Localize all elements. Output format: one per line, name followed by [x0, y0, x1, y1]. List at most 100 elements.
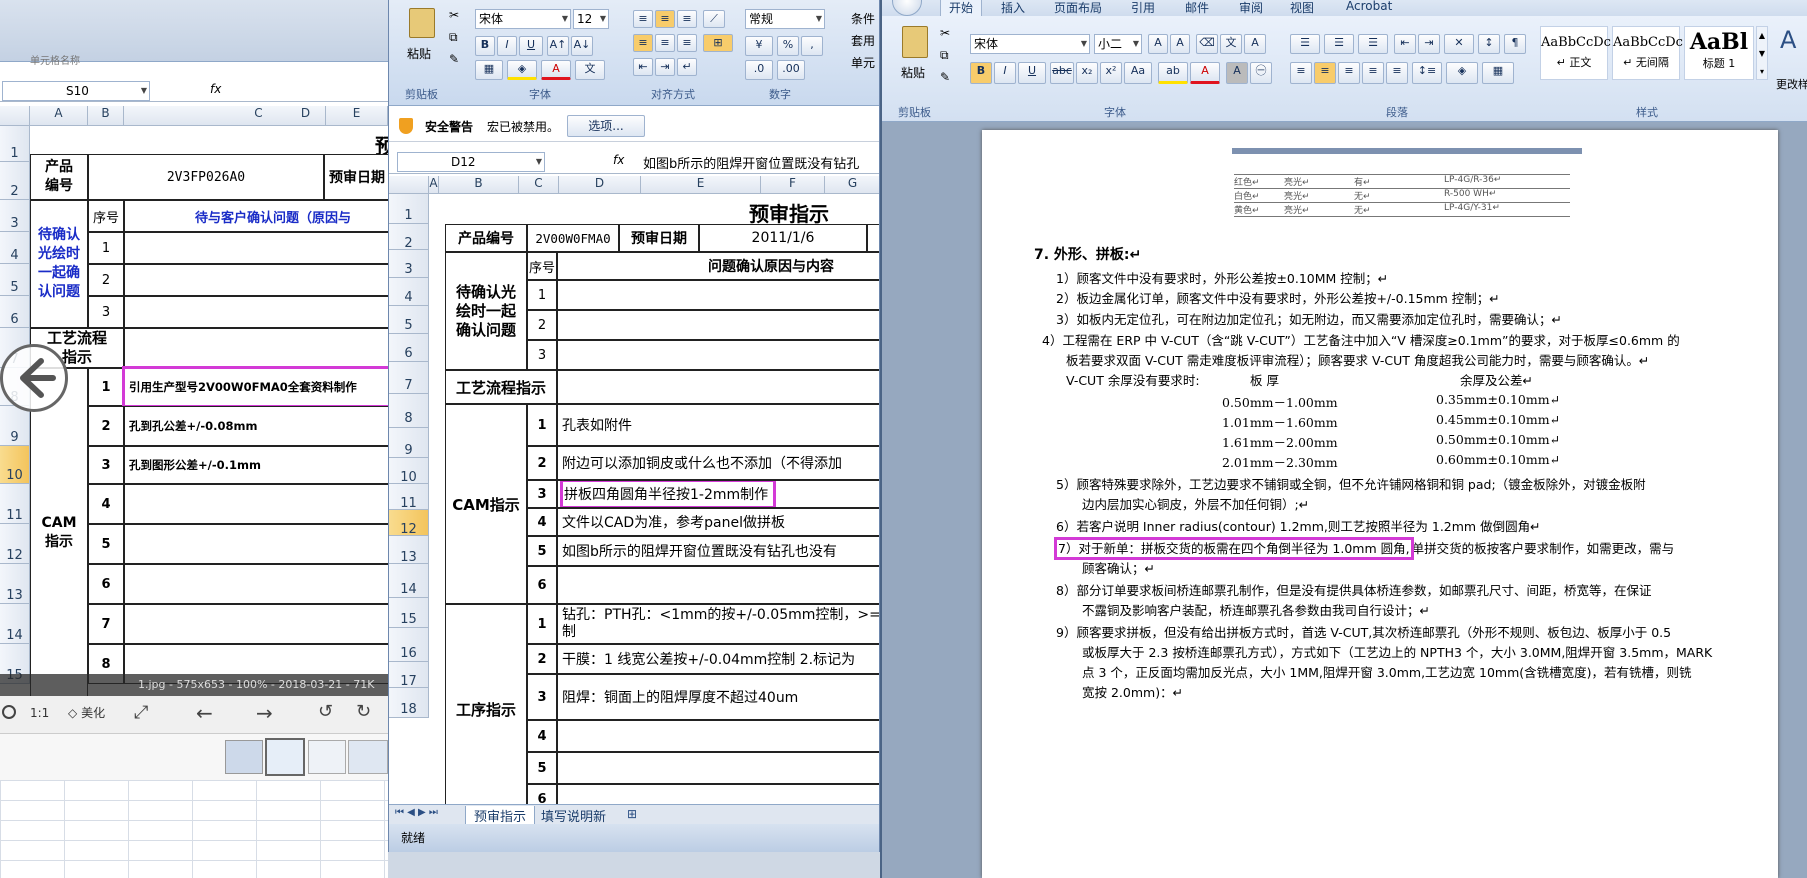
align-left-button[interactable]: ≡: [1290, 62, 1312, 84]
middle-name-box[interactable]: D12 ▼: [397, 152, 545, 172]
left-cam-no-1[interactable]: 1: [88, 368, 124, 406]
increase-indent-button[interactable]: ⇥: [1418, 34, 1440, 54]
process-content[interactable]: [557, 370, 879, 404]
middle-col-b[interactable]: B: [439, 176, 519, 194]
shading-button[interactable]: ◈: [1446, 62, 1478, 84]
cam-text-3[interactable]: 拼板四角圆角半径按1-2mm制作: [557, 480, 879, 508]
left-seq-2[interactable]: 2: [88, 264, 124, 296]
grow-font-button[interactable]: A↑: [547, 36, 569, 56]
phonetic-button[interactable]: 文: [575, 60, 605, 80]
font-name-combo[interactable]: 宋体 ▼: [475, 9, 571, 29]
middle-row-13[interactable]: 13: [389, 536, 429, 565]
cam-no-6[interactable]: 6: [527, 566, 557, 604]
align-top-button[interactable]: ≡: [633, 10, 653, 28]
conditional-format-button[interactable]: 条件: [851, 10, 875, 27]
left-cam-no-2[interactable]: 2: [88, 406, 124, 446]
currency-button[interactable]: ¥: [745, 36, 773, 56]
left-pre-date-label[interactable]: 预审日期: [324, 154, 388, 200]
pre-date-label[interactable]: 预审日期: [619, 224, 699, 252]
cam-no-5[interactable]: 5: [527, 536, 557, 566]
proc-text-2[interactable]: 干膜：1 线宽公差按+/-0.04mm控制 2.标记为: [557, 644, 879, 674]
cam-section-label[interactable]: CAM指示: [445, 404, 527, 604]
left-cam-text-6[interactable]: [124, 564, 388, 604]
left-row-12[interactable]: 12: [0, 524, 30, 564]
paste-label[interactable]: 粘贴: [407, 45, 431, 62]
left-row-6[interactable]: 6: [0, 296, 30, 328]
middle-row-16[interactable]: 16: [389, 628, 429, 662]
tab-references[interactable]: 引用: [1131, 0, 1155, 16]
middle-row-9[interactable]: 9: [389, 428, 429, 458]
align-right-button[interactable]: ≡: [677, 34, 697, 52]
decrease-decimal-button[interactable]: .00: [777, 60, 805, 80]
style-heading-1[interactable]: AaBl 标题 1: [1684, 26, 1754, 80]
word-font-name-combo[interactable]: 宋体 ▼: [970, 34, 1090, 54]
phonetic-button[interactable]: 文: [1220, 34, 1242, 54]
proc-no-5[interactable]: 5: [527, 752, 557, 784]
superscript-button[interactable]: x²: [1100, 62, 1122, 84]
percent-button[interactable]: %: [777, 36, 799, 56]
left-cam-no-4[interactable]: 4: [88, 484, 124, 524]
wrap-text-button[interactable]: ↵: [677, 58, 697, 76]
formula-input[interactable]: 如图b所示的阻焊开窗位置既没有钻孔: [643, 153, 859, 172]
strikethrough-button[interactable]: abc: [1050, 62, 1074, 84]
grow-font-button[interactable]: A: [1148, 34, 1168, 54]
comma-button[interactable]: ,: [801, 36, 823, 56]
left-col-a[interactable]: A: [30, 106, 88, 126]
cam-text-4[interactable]: 文件以CAD为准，参考panel做拼板: [557, 508, 879, 536]
tab-acrobat[interactable]: Acrobat: [1346, 0, 1392, 13]
middle-row-14[interactable]: 14: [389, 564, 429, 598]
proc-no-4[interactable]: 4: [527, 720, 557, 752]
left-row-14[interactable]: 14: [0, 604, 30, 644]
beautify-button[interactable]: ◇ 美化: [68, 704, 105, 721]
increase-decimal-button[interactable]: .0: [745, 60, 773, 80]
left-cam-section[interactable]: CAM指示: [30, 368, 88, 698]
align-center-button[interactable]: ≡: [655, 34, 675, 52]
fill-color-button[interactable]: ◈: [507, 60, 537, 80]
middle-row-17[interactable]: 17: [389, 662, 429, 689]
left-col-d[interactable]: D: [286, 106, 326, 126]
align-bottom-button[interactable]: ≡: [677, 10, 697, 28]
left-confirm-section[interactable]: 待确认光绘时一起确认问题: [30, 200, 88, 328]
fx-icon[interactable]: fx: [210, 82, 221, 96]
proc-no-2[interactable]: 2: [527, 644, 557, 674]
middle-col-g[interactable]: G: [825, 176, 879, 194]
proc-text-1[interactable]: 钻孔：PTH孔：<1mm的按+/-0.05mm控制，>=1 制: [557, 604, 879, 644]
thumbnail[interactable]: [308, 740, 346, 774]
proc-text-4[interactable]: [557, 720, 879, 752]
process-section-label[interactable]: 工艺流程指示: [445, 370, 557, 404]
confirm-section-label[interactable]: 待确认光绘时一起确认问题: [445, 252, 527, 370]
thumbnail-selected[interactable]: [265, 738, 305, 776]
clear-format-button[interactable]: ⌫: [1196, 34, 1218, 54]
seq-row-2[interactable]: 2: [527, 310, 557, 340]
tab-insert[interactable]: 插入: [1001, 0, 1025, 16]
left-col-e[interactable]: E: [326, 106, 388, 126]
left-col-b[interactable]: B: [88, 106, 124, 126]
style-normal[interactable]: AaBbCcDc ↵ 正文: [1540, 26, 1611, 80]
shrink-font-button[interactable]: A↓: [571, 36, 593, 56]
seq-row-2-content[interactable]: [557, 310, 879, 340]
show-marks-button[interactable]: ¶: [1504, 34, 1526, 54]
font-size-combo[interactable]: 12 ▼: [573, 9, 609, 29]
style-no-spacing[interactable]: AaBbCcDc ↵ 无间隔: [1612, 26, 1683, 80]
middle-row-18[interactable]: 18: [389, 688, 429, 718]
cam-no-2[interactable]: 2: [527, 446, 557, 480]
left-row-13[interactable]: 13: [0, 564, 30, 604]
paste-icon[interactable]: [902, 26, 928, 58]
cam-text-1[interactable]: 孔表如附件: [557, 404, 879, 446]
shrink-font-button[interactable]: A: [1170, 34, 1190, 54]
copy-icon[interactable]: ⧉: [940, 48, 949, 63]
rotate-right-icon[interactable]: ↻: [356, 701, 371, 722]
sheet-tab-active[interactable]: 预审指示: [465, 806, 536, 826]
decrease-indent-button[interactable]: ⇤: [633, 58, 653, 76]
middle-col-a[interactable]: A: [429, 176, 439, 194]
cam-text-6[interactable]: [557, 566, 879, 604]
thumbnail[interactable]: [348, 740, 388, 774]
pre-date-extra[interactable]: [867, 224, 879, 252]
font-color-button[interactable]: A: [1190, 62, 1220, 84]
paste-label[interactable]: 粘贴: [901, 64, 925, 81]
change-case-button[interactable]: Aa: [1124, 62, 1152, 84]
middle-row-2[interactable]: 2: [389, 224, 429, 251]
middle-col-d[interactable]: D: [559, 176, 641, 194]
proc-text-3[interactable]: 阻焊：铜面上的阻焊厚度不超过40um: [557, 674, 879, 720]
sort-button[interactable]: ↕: [1478, 34, 1500, 54]
